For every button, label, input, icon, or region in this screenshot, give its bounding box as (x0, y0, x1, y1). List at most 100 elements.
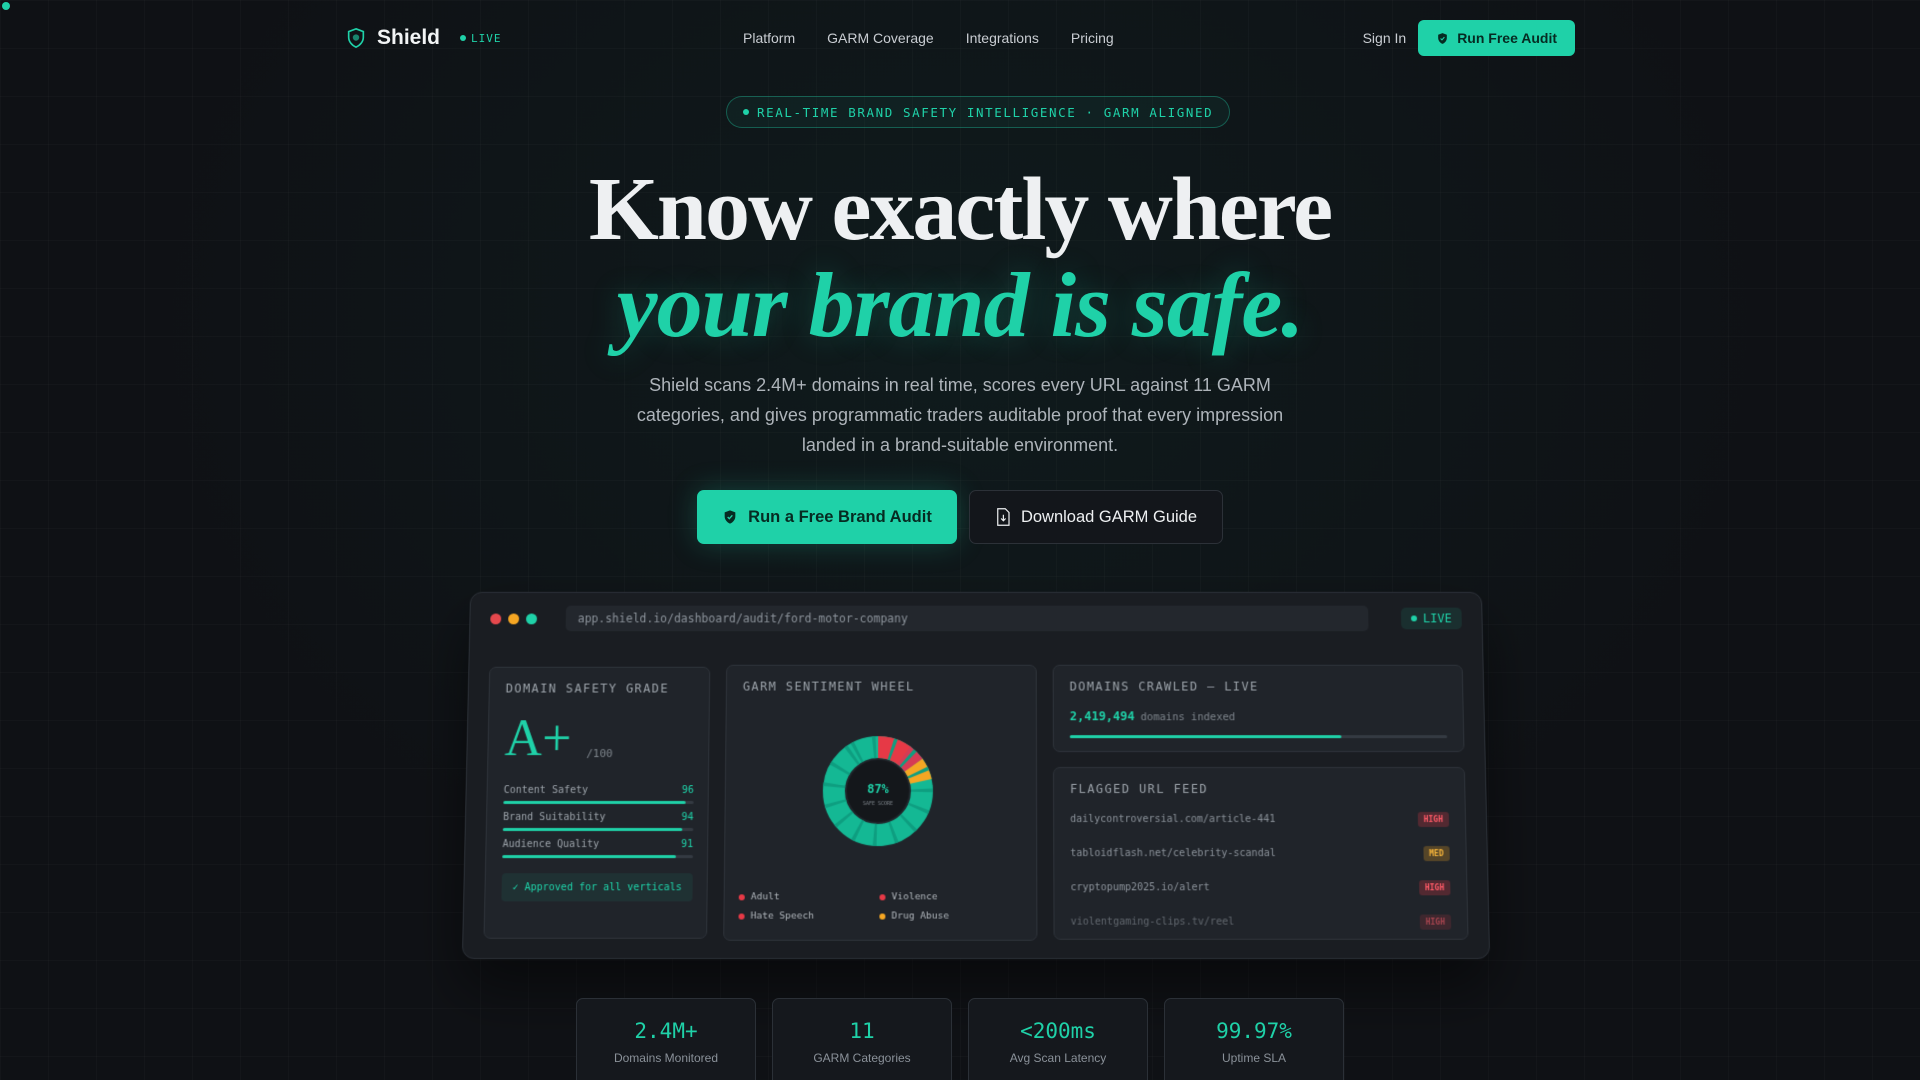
legend-swatch (738, 913, 745, 920)
corner-indicator-dot (2, 2, 10, 10)
nav-link-platform[interactable]: Platform (743, 30, 795, 46)
top-nav: Shield LIVE Platform GARM Coverage Integ… (345, 20, 1575, 56)
live-dot-icon (1411, 615, 1418, 622)
crawl-progress-track (1069, 735, 1448, 739)
legend-swatch (738, 893, 745, 900)
severity-badge: HIGH (1418, 880, 1451, 896)
safety-grade-denominator: /100 (586, 747, 613, 761)
legend-label: Adult (750, 891, 780, 903)
feed-url: violentgaming-clips.tv/reel (1070, 916, 1235, 928)
metric-label: Brand Suitability (502, 811, 606, 823)
hero-subtitle: Shield scans 2.4M+ domains in real time,… (636, 375, 1284, 455)
shield-logo-icon (347, 27, 365, 49)
metric-fill (502, 855, 676, 859)
domain-safety-grade-card: DOMAIN SAFETY GRADE A+ /100 Content Safe… (483, 666, 711, 939)
sign-in-link[interactable]: Sign In (1363, 30, 1407, 46)
live-label: LIVE (471, 31, 502, 45)
legend-violence: Violence (879, 891, 938, 903)
sentiment-donut-chart: 87% SAFE SCORE (822, 735, 935, 847)
stat-label: Avg Scan Latency (1009, 1051, 1107, 1065)
stat-value: 2.4M+ (634, 1019, 698, 1043)
dashboard-live-label: LIVE (1422, 611, 1452, 626)
wheel-score-label: SAFE SCORE (863, 801, 893, 807)
stat-domains-monitored: 2.4M+ Domains Monitored (576, 998, 756, 1080)
badge-dot-icon (743, 109, 749, 115)
shield-check-icon (1438, 32, 1448, 44)
nav-link-integrations[interactable]: Integrations (966, 30, 1039, 46)
nav-link-pricing[interactable]: Pricing (1071, 30, 1114, 46)
nav-links: Platform GARM Coverage Integrations Pric… (743, 30, 1114, 46)
stat-label: GARM Categories (813, 1051, 911, 1065)
brand-logo[interactable]: Shield (345, 26, 440, 50)
run-brand-audit-button[interactable]: Run a Free Brand Audit (697, 490, 957, 544)
feed-card-title: FLAGGED URL FEED (1070, 781, 1209, 796)
feed-item[interactable]: tabloidflash.net/celebrity-scandal MED (1070, 846, 1450, 862)
brand-name: Shield (377, 26, 441, 49)
crawl-progress-fill (1069, 735, 1342, 739)
feed-item[interactable]: dailycontroversial.com/article-441 HIGH (1070, 811, 1450, 827)
metric-label: Content Safety (503, 784, 589, 796)
run-brand-audit-label: Run a Free Brand Audit (748, 507, 932, 526)
stat-garm-categories: 11 GARM Categories (772, 998, 952, 1080)
window-close-dot (490, 613, 502, 624)
window-maximize-dot (525, 613, 538, 624)
hero-cta-group: Run a Free Brand Audit Download GARM Gui… (0, 490, 1920, 544)
dashboard-url: app.shield.io/dashboard/audit/ford-motor… (565, 605, 1369, 632)
safety-grade: A+ (504, 710, 573, 768)
crawled-count: 2,419,494 (1069, 709, 1135, 724)
flagged-url-feed-card: FLAGGED URL FEED dailycontroversial.com/… (1052, 767, 1469, 940)
severity-badge: MED (1422, 846, 1450, 862)
metric-track (502, 827, 694, 832)
download-garm-guide-button[interactable]: Download GARM Guide (969, 490, 1223, 544)
severity-badge: HIGH (1417, 811, 1450, 827)
feed-item[interactable]: cryptopump2025.io/alert HIGH (1070, 880, 1451, 896)
hero-badge: REAL-TIME BRAND SAFETY INTELLIGENCE · GA… (726, 96, 1231, 128)
metric-fill (502, 827, 682, 832)
window-minimize-dot (508, 613, 520, 624)
wheel-score: 87% (867, 782, 890, 796)
safety-card-title: DOMAIN SAFETY GRADE (505, 681, 670, 696)
metric-fill (503, 800, 687, 804)
garm-sentiment-wheel-card: GARM SENTIMENT WHEEL 87% SAFE SCORE Adul… (723, 664, 1038, 941)
severity-badge: HIGH (1419, 914, 1452, 930)
metric-value: 94 (681, 811, 694, 823)
shield-check-icon (724, 510, 736, 524)
download-garm-guide-label: Download GARM Guide (1020, 507, 1198, 526)
legend-label: Hate Speech (750, 910, 814, 922)
feed-url: dailycontroversial.com/article-441 (1070, 813, 1276, 825)
dashboard-preview: app.shield.io/dashboard/audit/ford-motor… (461, 591, 1491, 960)
legend-swatch (879, 893, 886, 900)
legend-label: Violence (891, 891, 938, 903)
stat-value: <200ms (1020, 1019, 1096, 1043)
feed-url: tabloidflash.net/celebrity-scandal (1070, 848, 1276, 860)
approved-badge: ✓ Approved for all verticals (501, 873, 693, 902)
metric-label: Audience Quality (502, 839, 600, 851)
legend-drug-abuse: Drug Abuse (879, 910, 949, 922)
metric-value: 91 (680, 839, 694, 851)
stat-uptime-sla: 99.97% Uptime SLA (1164, 998, 1344, 1080)
crawled-count-row: 2,419,494 domains indexed (1070, 709, 1236, 723)
run-free-audit-button[interactable]: Run Free Audit (1418, 20, 1575, 56)
feed-item[interactable]: violentgaming-clips.tv/reel HIGH (1070, 914, 1452, 930)
stat-avg-scan-latency: <200ms Avg Scan Latency (968, 998, 1148, 1080)
hero-title-line1: Know exactly where (588, 160, 1333, 259)
feed-url: cryptopump2025.io/alert (1070, 882, 1210, 894)
legend-swatch (879, 913, 886, 920)
legend-hate-speech: Hate Speech (738, 910, 814, 922)
live-dot-icon (460, 35, 467, 41)
hero-badge-text: REAL-TIME BRAND SAFETY INTELLIGENCE · GA… (757, 104, 1214, 120)
metric-brand-suitability: Brand Suitability 94 (502, 811, 694, 832)
legend-adult: Adult (738, 891, 780, 903)
crawled-unit: domains indexed (1140, 711, 1236, 724)
document-download-icon (997, 508, 1010, 526)
stat-label: Domains Monitored (613, 1051, 719, 1065)
metric-audience-quality: Audience Quality 91 (502, 839, 694, 859)
hero-title-line2: your brand is safe. (616, 254, 1304, 356)
browser-bar: app.shield.io/dashboard/audit/ford-motor… (490, 605, 1462, 633)
nav-link-garm-coverage[interactable]: GARM Coverage (827, 30, 934, 46)
metric-track (502, 855, 694, 859)
stat-value: 11 (849, 1019, 875, 1043)
run-free-audit-label: Run Free Audit (1457, 30, 1557, 46)
metric-content-safety: Content Safety 96 (503, 784, 694, 804)
stat-label: Uptime SLA (1221, 1051, 1287, 1065)
